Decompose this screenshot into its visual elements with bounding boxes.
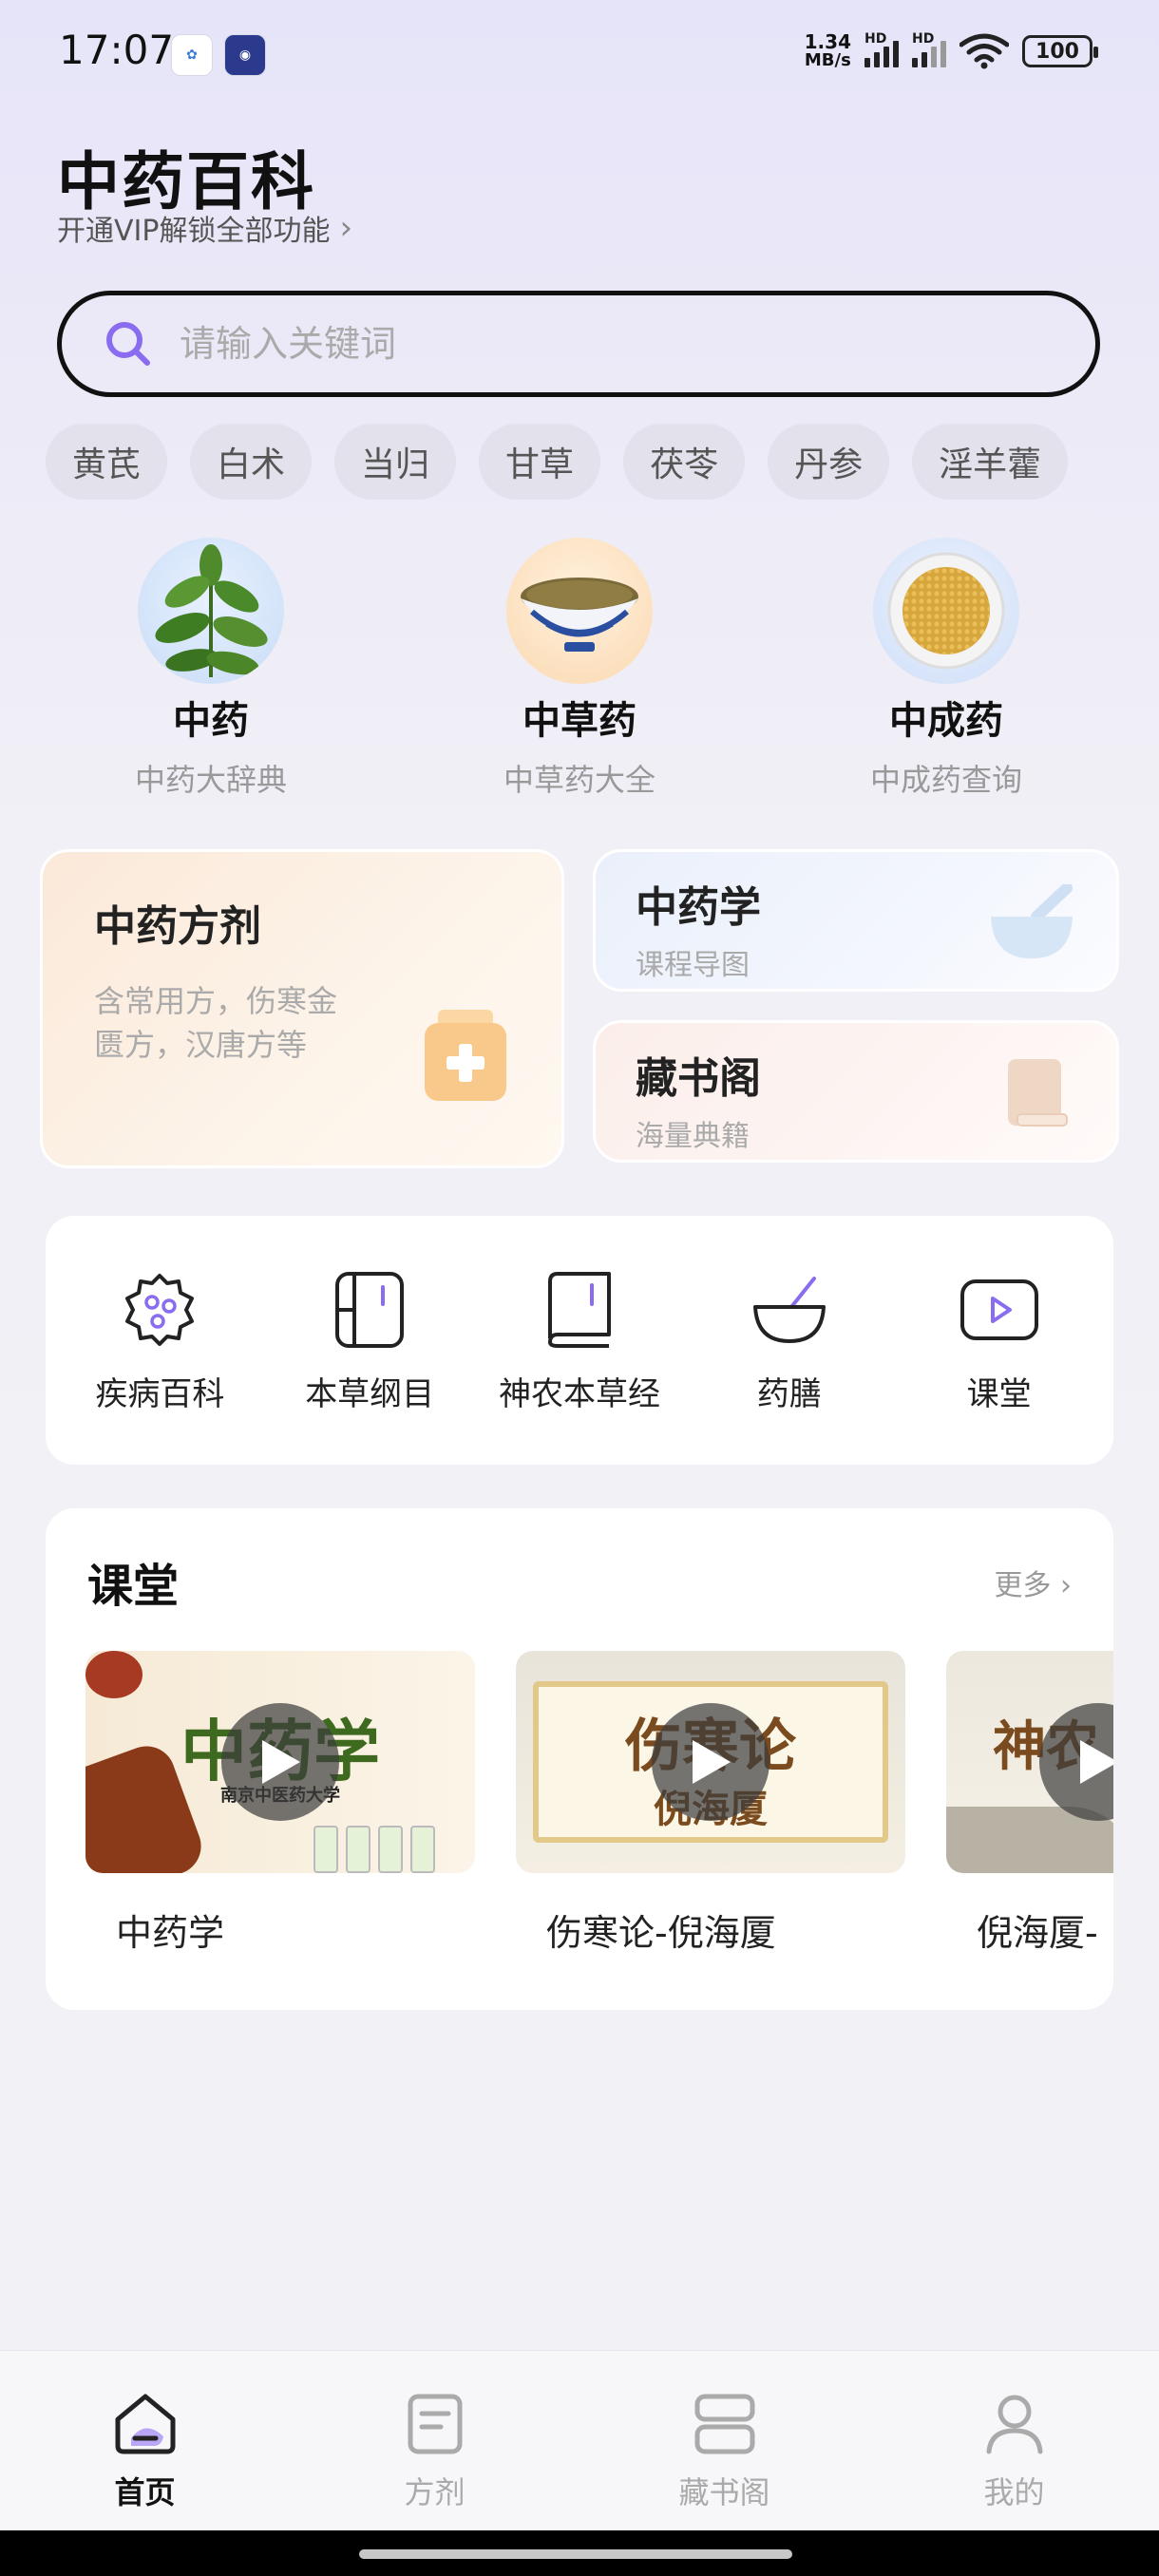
chip-keyword[interactable]: 淫羊藿: [912, 424, 1069, 500]
card-zhongyaoxue[interactable]: 中药学 课程导图: [593, 849, 1119, 992]
category-zhongchengyao[interactable]: 中成药 中成药查询: [785, 538, 1108, 800]
wifi-icon: [960, 33, 1009, 69]
home-icon: [115, 2394, 175, 2454]
chevron-right-icon: ›: [339, 209, 353, 247]
virus-gear-icon: [125, 1273, 195, 1346]
category-zhongcaoyao[interactable]: 中草药 中草药大全: [418, 538, 741, 800]
app-notification-icon: ✿: [171, 34, 213, 76]
course-card[interactable]: 中药学 南京中医药大学 中药学: [86, 1651, 475, 1956]
category-name: 中药: [173, 699, 249, 743]
home-indicator[interactable]: [359, 2549, 792, 2559]
course-caption: 倪海厦-: [977, 1912, 1098, 1954]
tool-disease-encyclopedia[interactable]: 疾病百科: [60, 1267, 259, 1414]
mortar-icon: [752, 1276, 826, 1343]
tab-cangshuge[interactable]: 藏书阁: [580, 2351, 869, 2530]
tab-label: 首页: [114, 2474, 176, 2510]
tool-ketang[interactable]: 课堂: [900, 1267, 1099, 1414]
category-name: 中成药: [889, 699, 1003, 743]
course-thumbnail: 中药学 南京中医药大学: [86, 1651, 475, 1873]
course-caption: 中药学: [116, 1912, 225, 1954]
course-caption: 伤寒论-倪海厦: [546, 1912, 776, 1954]
document-icon: [408, 2394, 462, 2454]
book-icon: [547, 1271, 611, 1348]
vip-text: 开通VIP解锁全部功能: [57, 215, 331, 248]
network-speed: 1.34 MB/s: [804, 30, 851, 70]
more-link[interactable]: 更多 ›: [994, 1562, 1072, 1603]
tab-label: 方剂: [404, 2474, 466, 2510]
category-sub: 中药大辞典: [134, 762, 287, 798]
card-title: 中药方剂: [94, 902, 261, 951]
notebook-icon: [335, 1271, 405, 1348]
tool-label: 药膳: [756, 1374, 822, 1413]
card-desc: 含常用方，伤寒金匮方，汉唐方等: [94, 983, 338, 1063]
video-play-icon: [960, 1279, 1038, 1340]
medicine-jar-icon: [425, 1010, 506, 1101]
tab-profile[interactable]: 我的: [869, 2351, 1159, 2530]
chip-keyword[interactable]: 当归: [334, 424, 457, 500]
chip-keyword[interactable]: 甘草: [479, 424, 601, 500]
tool-bencao-gangmu[interactable]: 本草纲目: [270, 1267, 469, 1414]
card-cangshuge[interactable]: 藏书阁 海量典籍: [593, 1020, 1119, 1163]
tab-label: 我的: [983, 2474, 1045, 2510]
tool-label: 神农本草经: [498, 1374, 660, 1413]
vip-unlock-link[interactable]: 开通VIP解锁全部功能 ›: [57, 207, 352, 249]
status-time: 17:07: [59, 27, 175, 73]
course-thumbnail: 伤寒论 倪海厦: [516, 1651, 905, 1873]
mortar-bowl-icon: [991, 884, 1073, 958]
tool-label: 疾病百科: [95, 1374, 225, 1413]
category-sub: 中草药大全: [503, 762, 656, 798]
battery-icon: 100: [1022, 35, 1098, 67]
category-name: 中草药: [522, 699, 636, 743]
card-fangji[interactable]: 中药方剂 含常用方，伤寒金匮方，汉唐方等: [40, 849, 564, 1168]
chip-keyword[interactable]: 丹参: [768, 424, 890, 500]
search-bar[interactable]: [57, 291, 1100, 397]
status-indicators: 1.34 MB/s HD HD 100: [804, 30, 1098, 70]
category-sub: 中成药查询: [869, 762, 1022, 798]
search-icon: [106, 322, 150, 366]
herb-bowl-image: [506, 538, 653, 684]
chip-keyword[interactable]: 茯苓: [623, 424, 746, 500]
tool-label: 本草纲目: [305, 1374, 435, 1413]
bookshelf-icon: [694, 2394, 754, 2454]
signal-icon-2: HD: [912, 31, 946, 67]
chip-keyword[interactable]: 白术: [190, 424, 313, 500]
course-section: 课堂 更多 › 中药学 南京中医药大学 中药学 伤寒论 倪海厦: [46, 1508, 1113, 2010]
bottom-tab-bar: 首页 方剂 藏书阁 我的: [0, 2350, 1159, 2530]
tool-label: 课堂: [966, 1374, 1032, 1413]
section-title: 课堂: [87, 1560, 180, 1613]
course-card[interactable]: 神农 倪海厦-: [946, 1651, 1113, 1956]
herb-leaf-image: [138, 538, 284, 684]
tab-fangji[interactable]: 方剂: [290, 2351, 580, 2530]
tool-yaoshan[interactable]: 药膳: [690, 1267, 889, 1414]
chip-keyword[interactable]: 黄芪: [46, 424, 168, 500]
app-notification-icon-2: ◉: [224, 34, 266, 76]
play-icon[interactable]: [652, 1703, 770, 1821]
tools-grid: 疾病百科 本草纲目 神农本草经 药膳 课堂: [46, 1216, 1113, 1465]
course-thumbnail: 神农: [946, 1651, 1113, 1873]
book-icon: [1008, 1059, 1068, 1127]
signal-icon: HD: [864, 31, 899, 67]
tab-home[interactable]: 首页: [0, 2351, 290, 2530]
course-card[interactable]: 伤寒论 倪海厦 伤寒论-倪海厦: [516, 1651, 905, 1956]
search-input[interactable]: [180, 323, 1035, 365]
user-icon: [986, 2395, 1042, 2454]
tab-label: 藏书阁: [678, 2474, 770, 2510]
category-zhongyao[interactable]: 中药 中药大辞典: [49, 538, 372, 800]
herb-pill-image: [873, 538, 1019, 684]
tool-shennong-bencaojing[interactable]: 神农本草经: [480, 1267, 679, 1414]
hot-keyword-chips: 黄芪 白术 当归 甘草 茯苓 丹参 淫羊藿: [46, 424, 1069, 500]
play-icon[interactable]: [221, 1703, 339, 1821]
